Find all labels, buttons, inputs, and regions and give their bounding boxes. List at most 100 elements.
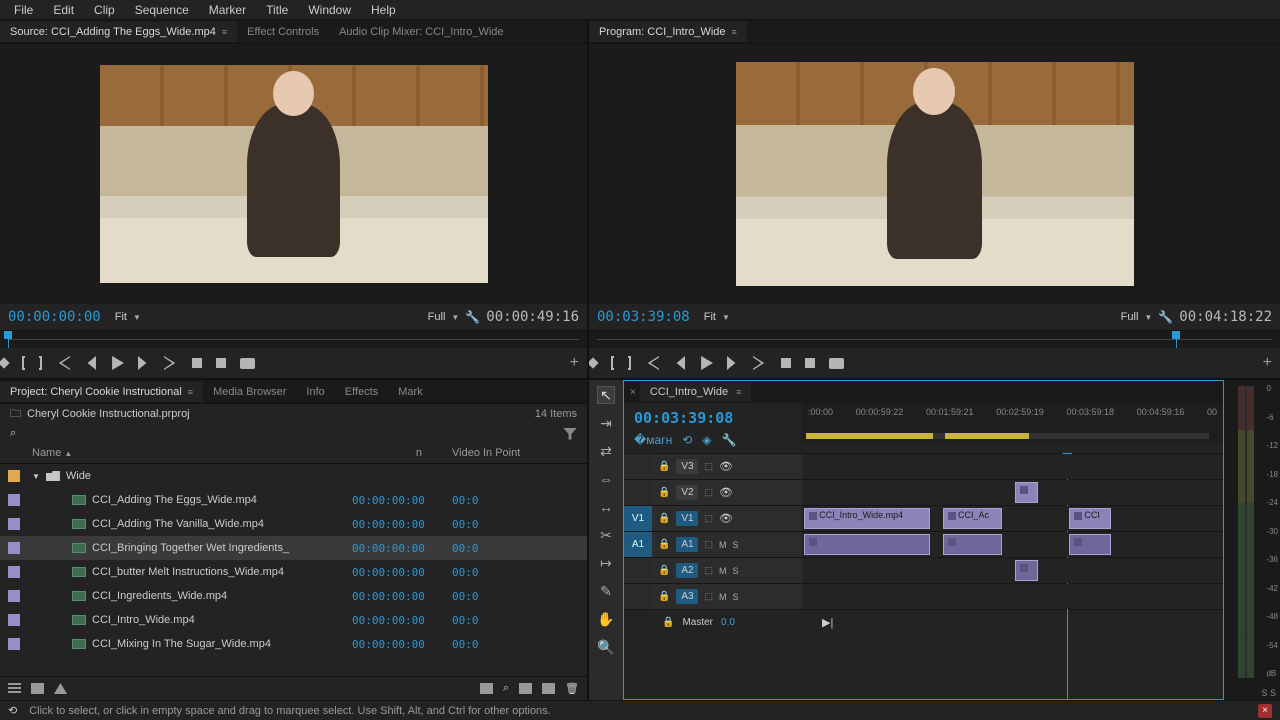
source-patch-v1[interactable]: V1 <box>624 506 652 531</box>
button-editor-icon[interactable]: + <box>1263 354 1272 372</box>
label-chip[interactable] <box>8 638 20 650</box>
source-resolution[interactable]: Full <box>428 311 446 323</box>
menu-marker[interactable]: Marker <box>199 1 256 19</box>
mute-icon[interactable]: M <box>719 540 727 550</box>
add-marker-icon[interactable] <box>589 357 599 368</box>
label-chip[interactable] <box>8 542 20 554</box>
timeline-timecode[interactable]: 00:03:39:08 <box>634 409 792 427</box>
timeline-clip[interactable]: CCI_Ac <box>943 508 1002 529</box>
clip-row[interactable]: CCI_butter Melt Instructions_Wide.mp400:… <box>0 560 587 584</box>
tab-effect-controls[interactable]: Effect Controls <box>237 22 329 42</box>
menu-clip[interactable]: Clip <box>84 1 125 19</box>
tab-source[interactable]: Source: CCI_Adding The Eggs_Wide.mp4≡ <box>0 22 237 42</box>
timeline-clip[interactable] <box>1015 482 1038 503</box>
tab-audio-clip-mixer[interactable]: Audio Clip Mixer: CCI_Intro_Wide <box>329 22 513 42</box>
tab-info[interactable]: Info <box>296 382 334 402</box>
lane-a3[interactable] <box>802 584 1223 609</box>
clip-row[interactable]: CCI_Bringing Together Wet Ingredients_00… <box>0 536 587 560</box>
list-view-icon[interactable] <box>8 683 21 694</box>
timeline-clip[interactable] <box>943 534 1002 555</box>
filter-icon[interactable] <box>563 428 577 440</box>
timeline-clip[interactable]: CCI <box>1069 508 1111 529</box>
tab-program[interactable]: Program: CCI_Intro_Wide≡ <box>589 22 747 42</box>
program-zoom[interactable]: Fit <box>704 311 716 323</box>
label-chip[interactable] <box>8 590 20 602</box>
master-gain[interactable]: 0.0 <box>721 617 735 628</box>
selection-tool[interactable]: ↖ <box>597 386 615 404</box>
play-icon[interactable] <box>110 356 124 370</box>
dropdown-icon[interactable]: ▼ <box>133 313 141 322</box>
settings-icon[interactable]: 🔧 <box>465 310 480 324</box>
toggle-visibility-icon[interactable]: 👁 <box>719 486 733 499</box>
menu-window[interactable]: Window <box>298 1 361 19</box>
go-to-in-icon[interactable] <box>56 356 70 370</box>
rolling-edit-tool[interactable]: ⇔ <box>597 470 615 488</box>
mark-out-icon[interactable] <box>39 356 42 370</box>
clip-row[interactable]: CCI_Adding The Eggs_Wide.mp400:00:00:000… <box>0 488 587 512</box>
mark-in-icon[interactable] <box>22 356 25 370</box>
dropdown-icon[interactable]: ▼ <box>451 313 459 322</box>
step-forward-icon[interactable] <box>727 356 739 370</box>
solo-indicator[interactable]: S S <box>1261 688 1276 698</box>
lane-v1[interactable]: CCI_Intro_Wide.mp4 CCI_Ac CCI <box>802 506 1223 531</box>
mark-in-icon[interactable] <box>611 356 614 370</box>
menu-edit[interactable]: Edit <box>43 1 84 19</box>
step-forward-icon[interactable] <box>138 356 150 370</box>
timeline-settings-icon[interactable]: 🔧 <box>722 433 737 447</box>
mute-icon[interactable]: M <box>719 566 727 576</box>
linked-selection-icon[interactable]: ⟲ <box>682 433 692 447</box>
icon-view-icon[interactable] <box>31 683 44 694</box>
menu-title[interactable]: Title <box>256 1 298 19</box>
go-to-end-icon[interactable]: ▶| <box>822 616 833 629</box>
zoom-tool[interactable]: 🔍 <box>597 638 615 656</box>
new-bin-icon[interactable] <box>519 683 532 694</box>
new-item-icon[interactable] <box>542 683 555 694</box>
sync-lock-icon[interactable]: ⬚ <box>704 539 713 550</box>
label-chip[interactable] <box>8 494 20 506</box>
overwrite-icon[interactable] <box>216 358 226 368</box>
solo-icon[interactable]: S <box>732 540 738 550</box>
export-frame-icon[interactable] <box>829 358 844 369</box>
tab-effects[interactable]: Effects <box>335 382 388 402</box>
lift-icon[interactable] <box>781 358 791 368</box>
ripple-edit-tool[interactable]: ⇄ <box>597 442 615 460</box>
hand-tool[interactable]: ✋ <box>597 610 615 628</box>
panel-menu-icon[interactable]: ≡ <box>736 387 741 397</box>
rate-stretch-tool[interactable]: ↔ <box>597 498 615 516</box>
panel-menu-icon[interactable]: ≡ <box>188 387 193 397</box>
source-zoom[interactable]: Fit <box>115 311 127 323</box>
panel-menu-icon[interactable]: ≡ <box>732 27 737 37</box>
label-chip[interactable] <box>8 470 20 482</box>
sync-lock-icon[interactable]: ⬚ <box>704 513 713 524</box>
source-monitor-viewport[interactable] <box>0 44 587 304</box>
lane-a2[interactable] <box>802 558 1223 583</box>
tab-project[interactable]: Project: Cheryl Cookie Instructional≡ <box>0 382 203 402</box>
snap-icon[interactable]: �магн <box>634 433 672 447</box>
insert-icon[interactable] <box>192 358 202 368</box>
play-icon[interactable] <box>699 356 713 370</box>
go-to-out-icon[interactable] <box>753 356 767 370</box>
bin-row[interactable]: ▼Wide <box>0 464 587 488</box>
pen-tool[interactable]: ✎ <box>597 582 615 600</box>
menu-file[interactable]: File <box>4 1 43 19</box>
mark-out-icon[interactable] <box>628 356 631 370</box>
close-icon[interactable]: × <box>1258 704 1272 718</box>
sync-lock-icon[interactable]: ⬚ <box>704 591 713 602</box>
program-monitor-viewport[interactable] <box>589 44 1280 304</box>
column-headers[interactable]: Name▲ n Video In Point <box>0 443 587 464</box>
go-to-out-icon[interactable] <box>164 356 178 370</box>
extract-icon[interactable] <box>805 358 815 368</box>
source-scrubber[interactable] <box>0 330 587 348</box>
sync-lock-icon[interactable]: ⬚ <box>704 461 713 472</box>
clip-row[interactable]: CCI_Ingredients_Wide.mp400:00:00:0000:0 <box>0 584 587 608</box>
freeform-view-icon[interactable] <box>54 683 67 694</box>
sync-lock-icon[interactable]: ⬚ <box>704 487 713 498</box>
tab-media-browser[interactable]: Media Browser <box>203 382 296 402</box>
lock-icon[interactable]: 🔒 <box>658 461 670 472</box>
program-scrubber[interactable] <box>589 330 1280 348</box>
step-back-icon[interactable] <box>84 356 96 370</box>
add-marker-icon[interactable]: ◈ <box>702 433 711 447</box>
search-icon[interactable]: ⌕ <box>10 427 16 440</box>
step-back-icon[interactable] <box>673 356 685 370</box>
tab-markers[interactable]: Mark <box>388 382 432 402</box>
